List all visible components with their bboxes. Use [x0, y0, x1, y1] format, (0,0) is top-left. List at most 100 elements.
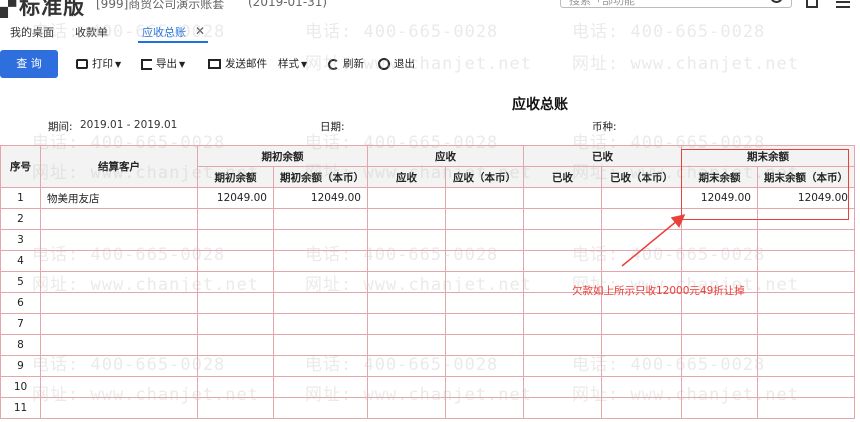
row-customer-cell[interactable] — [40, 376, 198, 398]
date-label: 日期: — [320, 121, 345, 133]
sub-header-cell: 期初余额（本币） — [273, 166, 368, 188]
row-customer-cell[interactable] — [40, 271, 198, 293]
export-button[interactable]: 导出 ▼ — [141, 56, 185, 71]
row-customer-cell[interactable] — [40, 313, 198, 335]
col-closing-header: 期末余额 — [681, 145, 855, 167]
row-amount-cell — [523, 355, 602, 377]
row-amount-cell — [523, 376, 602, 398]
row-seq-cell: 8 — [0, 334, 41, 356]
sub-header-cell: 已收 — [523, 166, 602, 188]
row-amount-cell — [273, 229, 368, 251]
row-amount-cell — [273, 313, 368, 335]
col-customer-header: 结算客户 — [40, 145, 198, 188]
table-row[interactable]: 3 — [0, 229, 855, 251]
table-row[interactable]: 1 物美用友店 12049.00 12049.00 12049.00 12049.00 — [0, 187, 855, 209]
row-amount-cell — [601, 208, 682, 230]
row-amount-cell — [445, 271, 524, 293]
row-amount-cell — [757, 397, 855, 419]
ar-ledger-table: 序号 结算客户 期初余额 应收 已收 期末余额 期初余额 期初余额（本币） 应收 应收… — [0, 145, 855, 419]
row-amount-cell — [601, 187, 682, 209]
sub-header-cell: 应收 — [367, 166, 446, 188]
row-amount-cell: 12049.00 — [197, 187, 274, 209]
row-amount-cell — [523, 229, 602, 251]
row-amount-cell — [445, 334, 524, 356]
row-amount-cell — [197, 376, 274, 398]
send-mail-label: 发送邮件 — [225, 58, 267, 70]
row-amount-cell — [681, 376, 758, 398]
global-search-input[interactable]: 搜索「部功能 — [560, 0, 792, 8]
home-icon[interactable] — [806, 0, 818, 8]
row-customer-cell[interactable]: 物美用友店 — [40, 187, 198, 209]
row-customer-cell[interactable] — [40, 208, 198, 230]
row-seq-cell: 6 — [0, 292, 41, 314]
row-amount-cell — [197, 292, 274, 314]
query-button[interactable]: 查 询 — [0, 50, 58, 78]
table-row[interactable]: 8 — [0, 334, 855, 356]
row-customer-cell[interactable] — [40, 250, 198, 272]
col-receivable-header: 应收 — [367, 145, 524, 167]
search-placeholder: 搜索「部功能 — [569, 0, 635, 7]
sub-header-cell: 期末余额 — [681, 166, 758, 188]
row-amount-cell — [523, 250, 602, 272]
row-amount-cell — [523, 334, 602, 356]
row-amount-cell — [367, 292, 446, 314]
row-customer-cell[interactable] — [40, 355, 198, 377]
tab-ar-ledger[interactable]: 应收总账 — [142, 24, 186, 40]
row-amount-cell — [445, 292, 524, 314]
row-amount-cell — [681, 355, 758, 377]
sub-header-cell: 期初余额 — [197, 166, 274, 188]
row-amount-cell — [757, 376, 855, 398]
menu-icon[interactable] — [836, 0, 850, 8]
row-customer-cell[interactable] — [40, 292, 198, 314]
row-amount-cell — [273, 355, 368, 377]
print-label: 打印 — [92, 58, 113, 70]
style-button[interactable]: 样式 ▼ — [278, 56, 307, 71]
row-amount-cell — [197, 250, 274, 272]
row-seq-cell: 2 — [0, 208, 41, 230]
row-amount-cell — [523, 208, 602, 230]
row-amount-cell — [273, 271, 368, 293]
tab-my-desktop[interactable]: 我的桌面 — [10, 24, 54, 40]
active-tab-indicator — [138, 41, 208, 43]
search-icon[interactable] — [770, 0, 783, 3]
row-seq-cell: 9 — [0, 355, 41, 377]
row-amount-cell — [273, 397, 368, 419]
row-amount-cell — [757, 313, 855, 335]
printer-icon — [76, 59, 88, 69]
row-customer-cell[interactable] — [40, 334, 198, 356]
app-bar: ▞标准版 [999]商贸公司演示账套 (2019-01-31) 搜索「部功能 — [0, 0, 860, 18]
tab-close-icon[interactable]: ✕ — [195, 24, 205, 38]
row-amount-cell — [273, 376, 368, 398]
send-mail-button[interactable]: 发送邮件 — [208, 56, 267, 71]
row-amount-cell: 12049.00 — [757, 187, 855, 209]
mail-icon — [208, 59, 221, 69]
row-amount-cell — [445, 397, 524, 419]
print-button[interactable]: 打印 ▼ — [76, 56, 121, 71]
tab-receipt[interactable]: 收款单 — [75, 24, 108, 40]
row-customer-cell[interactable] — [40, 397, 198, 419]
table-row[interactable]: 9 — [0, 355, 855, 377]
row-amount-cell — [757, 355, 855, 377]
row-seq-cell: 10 — [0, 376, 41, 398]
table-row[interactable]: 2 — [0, 208, 855, 230]
sub-header-cell: 已收（本币） — [601, 166, 682, 188]
row-amount-cell — [601, 397, 682, 419]
row-amount-cell — [273, 250, 368, 272]
row-amount-cell — [523, 397, 602, 419]
tab-bar: 我的桌面 收款单 应收总账 — [0, 18, 860, 44]
chevron-down-icon: ▼ — [179, 60, 186, 69]
row-amount-cell — [197, 208, 274, 230]
table-row[interactable]: 10 — [0, 376, 855, 398]
table-row[interactable]: 11 — [0, 397, 855, 419]
row-amount-cell — [681, 250, 758, 272]
row-amount-cell — [197, 397, 274, 419]
row-amount-cell — [445, 208, 524, 230]
row-customer-cell[interactable] — [40, 229, 198, 251]
row-amount-cell — [367, 313, 446, 335]
table-row[interactable]: 4 — [0, 250, 855, 272]
table-row[interactable]: 7 — [0, 313, 855, 335]
exit-button[interactable]: 退出 — [378, 56, 415, 71]
row-amount-cell — [197, 313, 274, 335]
refresh-label: 刷新 — [343, 58, 364, 70]
refresh-button[interactable]: 刷新 — [328, 56, 364, 71]
